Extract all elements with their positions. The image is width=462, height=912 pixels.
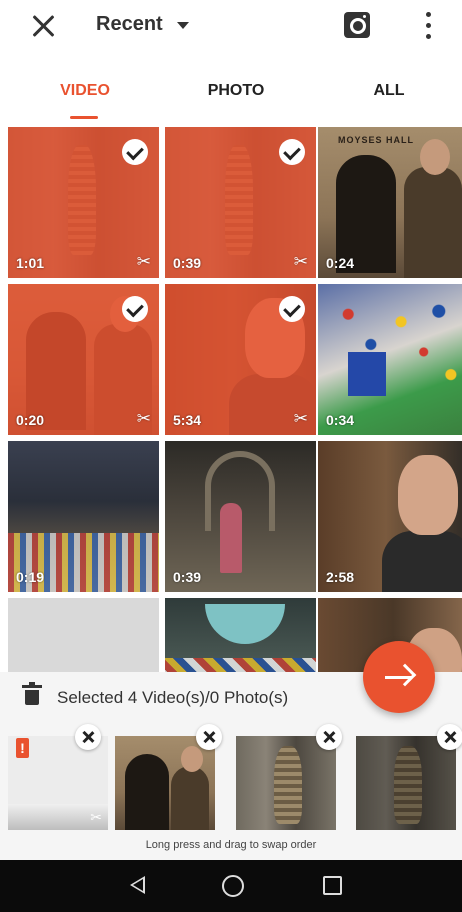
check-icon bbox=[279, 139, 305, 165]
duration-label: 0:20 bbox=[16, 412, 45, 428]
duration-label: 0:39 bbox=[173, 255, 202, 271]
trash-icon[interactable] bbox=[22, 682, 42, 705]
selected-item[interactable] bbox=[115, 736, 215, 830]
thumbnail-image bbox=[8, 598, 159, 672]
remove-selected-button[interactable] bbox=[75, 724, 101, 750]
remove-selected-button[interactable] bbox=[196, 724, 222, 750]
remove-selected-button[interactable] bbox=[316, 724, 342, 750]
recents-icon[interactable] bbox=[323, 876, 342, 895]
media-tile[interactable]: MOYSES HALL 0:24 bbox=[318, 127, 462, 278]
media-tabs: VIDEO PHOTO ALL bbox=[0, 74, 462, 122]
duration-label: 0:39 bbox=[173, 569, 202, 585]
media-tile[interactable]: 1:01 ✂ bbox=[8, 127, 159, 278]
media-tile[interactable]: 2:58 bbox=[318, 441, 462, 592]
close-icon[interactable] bbox=[30, 12, 58, 40]
top-bar: Recent bbox=[0, 0, 462, 56]
media-tile[interactable]: 0:34 bbox=[318, 284, 462, 435]
selected-item[interactable] bbox=[236, 736, 336, 830]
thumbnail-image bbox=[115, 736, 215, 830]
scissors-icon[interactable]: ✂ bbox=[294, 409, 308, 429]
check-icon bbox=[279, 296, 305, 322]
media-grid: 1:01 ✂ 0:39 ✂ MOYSES HALL 0:24 0:20 ✂ 5:… bbox=[8, 127, 462, 672]
home-icon[interactable] bbox=[222, 875, 244, 897]
scissors-icon[interactable]: ✂ bbox=[90, 809, 102, 826]
camera-icon[interactable] bbox=[344, 12, 370, 38]
check-icon bbox=[122, 139, 148, 165]
album-selector[interactable]: Recent bbox=[96, 13, 189, 36]
selected-item[interactable] bbox=[356, 736, 456, 830]
duration-label: 2:58 bbox=[326, 569, 355, 585]
media-tile[interactable]: 0:39 ✂ bbox=[165, 127, 316, 278]
tab-video[interactable]: VIDEO bbox=[59, 82, 111, 100]
duration-label: 5:34 bbox=[173, 412, 202, 428]
scissors-icon[interactable]: ✂ bbox=[137, 409, 151, 429]
selection-count-label: Selected 4 Video(s)/0 Photo(s) bbox=[57, 688, 289, 707]
remove-selected-button[interactable] bbox=[437, 724, 462, 750]
more-vert-icon[interactable] bbox=[424, 12, 432, 40]
duration-label: 0:19 bbox=[16, 569, 45, 585]
tab-photo[interactable]: PHOTO bbox=[205, 82, 267, 100]
duration-label: 0:24 bbox=[326, 255, 355, 271]
reorder-hint: Long press and drag to swap order bbox=[145, 839, 317, 851]
thumbnail-image bbox=[236, 736, 336, 830]
scissors-icon[interactable]: ✂ bbox=[137, 252, 151, 272]
dropdown-caret-icon bbox=[176, 22, 189, 29]
next-button[interactable] bbox=[363, 641, 435, 713]
active-tab-indicator bbox=[70, 116, 98, 119]
hall-sign-text: MOYSES HALL bbox=[338, 135, 415, 145]
media-tile[interactable]: 0:20 ✂ bbox=[8, 284, 159, 435]
media-tile[interactable] bbox=[8, 598, 159, 672]
selected-item[interactable]: ! ✂ bbox=[8, 736, 108, 830]
album-label: Recent bbox=[96, 13, 163, 35]
media-tile[interactable]: 0:19 bbox=[8, 441, 159, 592]
system-nav-bar bbox=[0, 860, 462, 912]
media-tile[interactable]: 5:34 ✂ bbox=[165, 284, 316, 435]
duration-label: 0:34 bbox=[326, 412, 355, 428]
media-tile[interactable] bbox=[165, 598, 316, 672]
duration-label: 1:01 bbox=[16, 255, 45, 271]
scissors-icon[interactable]: ✂ bbox=[294, 252, 308, 272]
thumbnail-image bbox=[165, 598, 316, 672]
tab-all[interactable]: ALL bbox=[370, 82, 408, 100]
thumbnail-image bbox=[356, 736, 456, 830]
check-icon bbox=[122, 296, 148, 322]
warning-icon: ! bbox=[16, 738, 29, 758]
media-tile[interactable]: 0:39 bbox=[165, 441, 316, 592]
selected-strip: ! ✂ bbox=[0, 724, 462, 834]
back-icon[interactable] bbox=[130, 876, 145, 894]
